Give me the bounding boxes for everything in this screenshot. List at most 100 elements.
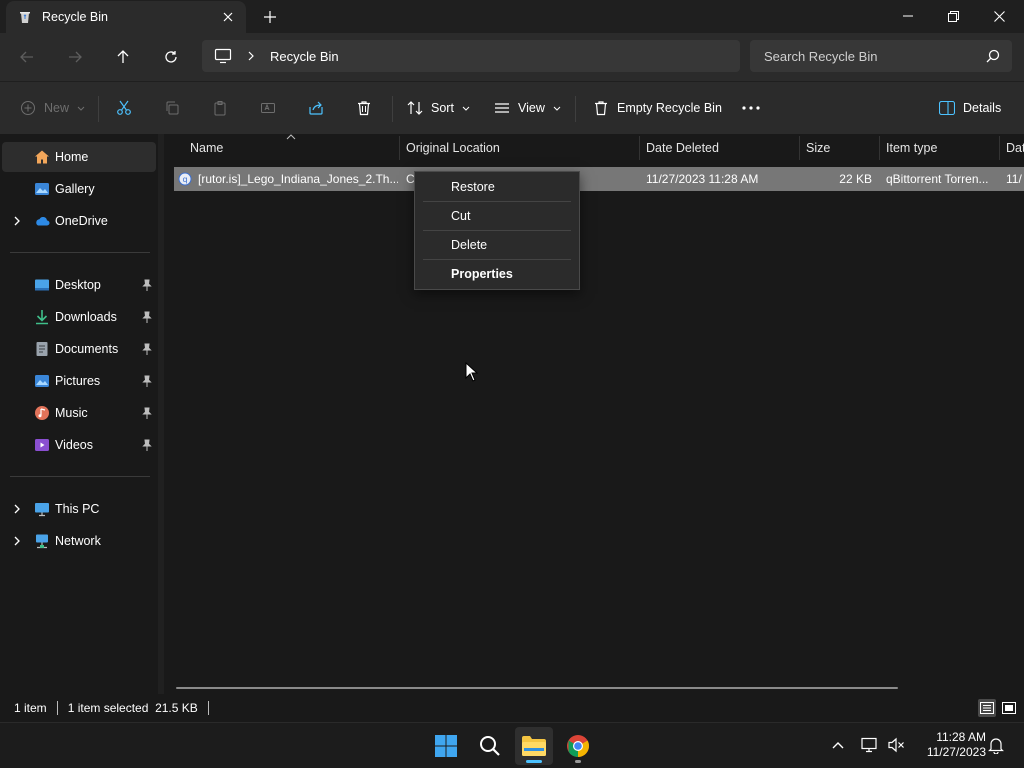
file-size: 22 KB bbox=[839, 172, 872, 186]
pin-icon[interactable] bbox=[142, 279, 152, 291]
sidebar-item-desktop[interactable]: Desktop bbox=[2, 270, 156, 300]
back-icon[interactable] bbox=[11, 43, 43, 71]
more-icon bbox=[742, 106, 760, 110]
share-button[interactable] bbox=[308, 94, 324, 122]
home-icon bbox=[35, 150, 49, 164]
rename-button[interactable] bbox=[260, 94, 276, 122]
details-label: Details bbox=[963, 101, 1002, 115]
chevron-right-icon[interactable] bbox=[12, 504, 22, 514]
chevron-right-icon[interactable] bbox=[12, 216, 22, 226]
volume-muted-icon[interactable] bbox=[886, 735, 906, 755]
paste-button[interactable] bbox=[212, 94, 228, 122]
close-tab-icon[interactable] bbox=[220, 9, 236, 25]
new-tab-icon[interactable] bbox=[258, 6, 282, 28]
status-divider bbox=[207, 701, 209, 715]
torrent-file-icon: q bbox=[178, 167, 196, 191]
chevron-right-icon[interactable] bbox=[246, 51, 256, 61]
tab-title: Recycle Bin bbox=[42, 10, 108, 24]
menu-item-restore[interactable]: Restore bbox=[415, 173, 579, 201]
minimize-icon[interactable] bbox=[885, 0, 931, 32]
close-window-icon[interactable] bbox=[976, 0, 1022, 32]
empty-recycle-bin-label: Empty Recycle Bin bbox=[617, 101, 722, 115]
status-bar: 1 item 1 item selected 21.5 KB bbox=[0, 694, 1024, 722]
search-taskbar-button[interactable] bbox=[471, 727, 509, 765]
notification-bell-icon[interactable] bbox=[986, 735, 1006, 755]
network-status-icon[interactable] bbox=[860, 735, 880, 755]
empty-recycle-bin-button[interactable]: Empty Recycle Bin bbox=[593, 94, 722, 122]
menu-item-properties[interactable]: Properties bbox=[415, 260, 579, 288]
cut-button[interactable] bbox=[116, 94, 132, 122]
title-bar: Recycle Bin bbox=[0, 0, 1024, 33]
details-view-icon[interactable] bbox=[978, 699, 996, 717]
system-clock[interactable]: 11:28 AM 11/27/2023 bbox=[914, 730, 986, 760]
sort-button[interactable]: Sort bbox=[407, 94, 470, 122]
breadcrumb[interactable]: Recycle Bin bbox=[270, 49, 339, 64]
start-button[interactable] bbox=[427, 727, 465, 765]
separator bbox=[392, 96, 393, 122]
plus-circle-icon bbox=[21, 101, 35, 115]
sidebar-item-this-pc[interactable]: This PC bbox=[2, 494, 156, 524]
view-button[interactable]: View bbox=[494, 94, 561, 122]
menu-item-delete[interactable]: Delete bbox=[415, 231, 579, 259]
column-header-original-location[interactable]: Original Location bbox=[400, 134, 640, 162]
sidebar-item-label: Documents bbox=[55, 342, 119, 356]
sidebar-item-label: Network bbox=[55, 534, 101, 548]
details-button[interactable]: Details bbox=[939, 94, 1001, 122]
pin-icon[interactable] bbox=[142, 343, 152, 355]
sidebar-item-network[interactable]: Network bbox=[2, 526, 156, 556]
active-indicator bbox=[526, 760, 542, 763]
clock-date: 11/27/2023 bbox=[926, 745, 986, 759]
forward-icon[interactable] bbox=[59, 43, 91, 71]
pictures-icon bbox=[35, 375, 49, 387]
column-header-date[interactable]: Dat bbox=[1000, 134, 1024, 162]
sidebar-item-music[interactable]: Music bbox=[2, 398, 156, 428]
restore-icon[interactable] bbox=[930, 0, 976, 32]
copy-button[interactable] bbox=[164, 94, 180, 122]
tiles-view-icon[interactable] bbox=[1000, 699, 1018, 717]
sidebar-item-pictures[interactable]: Pictures bbox=[2, 366, 156, 396]
folder-icon bbox=[522, 736, 546, 756]
delete-button[interactable] bbox=[356, 94, 372, 122]
sidebar-item-onedrive[interactable]: OneDrive bbox=[2, 206, 156, 236]
details-pane-icon bbox=[939, 101, 955, 115]
sidebar-item-label: Videos bbox=[55, 438, 93, 452]
address-bar[interactable]: Recycle Bin bbox=[202, 40, 740, 72]
search-input[interactable]: Search Recycle Bin bbox=[750, 40, 1012, 72]
file-explorer-taskbar-button[interactable] bbox=[515, 727, 553, 765]
chrome-icon bbox=[567, 735, 589, 757]
column-header-date-deleted[interactable]: Date Deleted bbox=[640, 134, 800, 162]
up-icon[interactable] bbox=[107, 43, 139, 71]
column-header-item-type[interactable]: Item type bbox=[880, 134, 1000, 162]
tab-recycle-bin[interactable]: Recycle Bin bbox=[6, 1, 246, 33]
chevron-right-icon[interactable] bbox=[12, 536, 22, 546]
chrome-taskbar-button[interactable] bbox=[559, 727, 597, 765]
sidebar-item-documents[interactable]: Documents bbox=[2, 334, 156, 364]
pin-icon[interactable] bbox=[142, 375, 152, 387]
pin-icon[interactable] bbox=[142, 439, 152, 451]
sidebar-item-videos[interactable]: Videos bbox=[2, 430, 156, 460]
pin-icon[interactable] bbox=[142, 407, 152, 419]
sidebar-item-home[interactable]: Home bbox=[2, 142, 156, 172]
chevron-down-icon bbox=[77, 106, 85, 111]
refresh-icon[interactable] bbox=[155, 43, 187, 71]
onedrive-icon bbox=[36, 216, 50, 226]
desktop-icon bbox=[35, 279, 49, 291]
svg-text:q: q bbox=[182, 175, 187, 184]
sidebar-item-gallery[interactable]: Gallery bbox=[2, 174, 156, 204]
menu-item-cut[interactable]: Cut bbox=[415, 202, 579, 230]
mouse-cursor-icon bbox=[465, 362, 479, 382]
new-button[interactable]: New bbox=[20, 94, 85, 122]
recycle-bin-icon bbox=[595, 101, 607, 116]
view-icon bbox=[495, 103, 509, 113]
search-icon[interactable] bbox=[986, 49, 1000, 63]
column-header-name[interactable]: Name bbox=[184, 134, 399, 162]
column-header-size[interactable]: Size bbox=[800, 134, 880, 162]
sidebar-item-downloads[interactable]: Downloads bbox=[2, 302, 156, 332]
horizontal-scrollbar[interactable] bbox=[176, 687, 898, 689]
table-row[interactable]: q [rutor.is]_Lego_Indiana_Jones_2.Th... … bbox=[174, 167, 1024, 191]
navigation-pane: Home Gallery OneDrive Desktop Downloads … bbox=[0, 134, 158, 694]
more-options-button[interactable] bbox=[742, 94, 760, 122]
chevron-up-icon[interactable] bbox=[828, 735, 848, 755]
context-menu: Restore Cut Delete Properties bbox=[414, 171, 580, 290]
pin-icon[interactable] bbox=[142, 311, 152, 323]
